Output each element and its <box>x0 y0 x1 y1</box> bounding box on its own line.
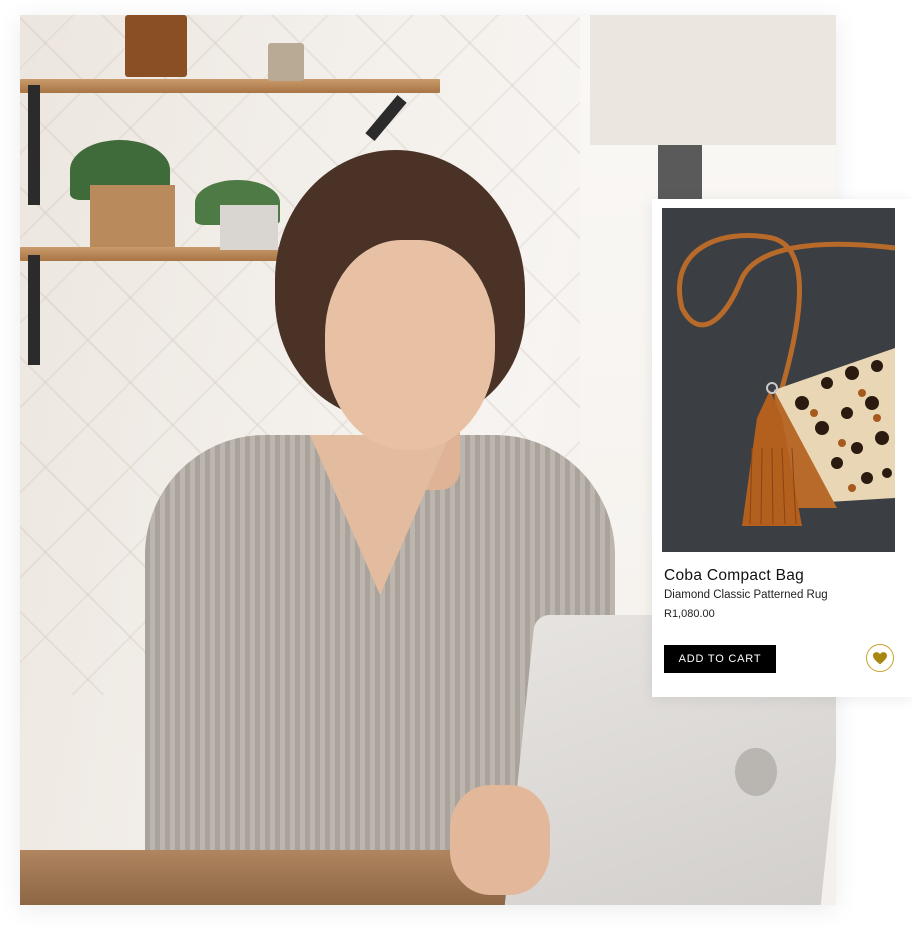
plant-pot <box>90 185 175 247</box>
add-to-cart-button[interactable]: ADD TO CART <box>664 645 776 673</box>
wishlist-button[interactable] <box>866 644 894 672</box>
person-hand <box>450 785 550 895</box>
person-face <box>325 240 495 450</box>
apple-logo-icon <box>735 748 777 796</box>
cabinet <box>590 15 836 145</box>
product-subtitle: Diamond Classic Patterned Rug <box>664 589 828 601</box>
shelf-bracket <box>28 255 40 365</box>
sweater-neckline <box>310 435 450 595</box>
leopard-bag-illustration <box>662 208 895 552</box>
product-price: R1,080.00 <box>664 608 715 620</box>
jar <box>125 15 187 77</box>
plant-pot <box>220 205 278 250</box>
shelf-bracket <box>28 85 40 205</box>
product-card[interactable]: Coba Compact Bag Diamond Classic Pattern… <box>652 199 912 697</box>
jar <box>268 43 304 81</box>
product-image[interactable] <box>662 208 895 552</box>
heart-icon <box>873 651 887 664</box>
shelf-top <box>20 79 440 93</box>
product-name[interactable]: Coba Compact Bag <box>664 567 804 585</box>
